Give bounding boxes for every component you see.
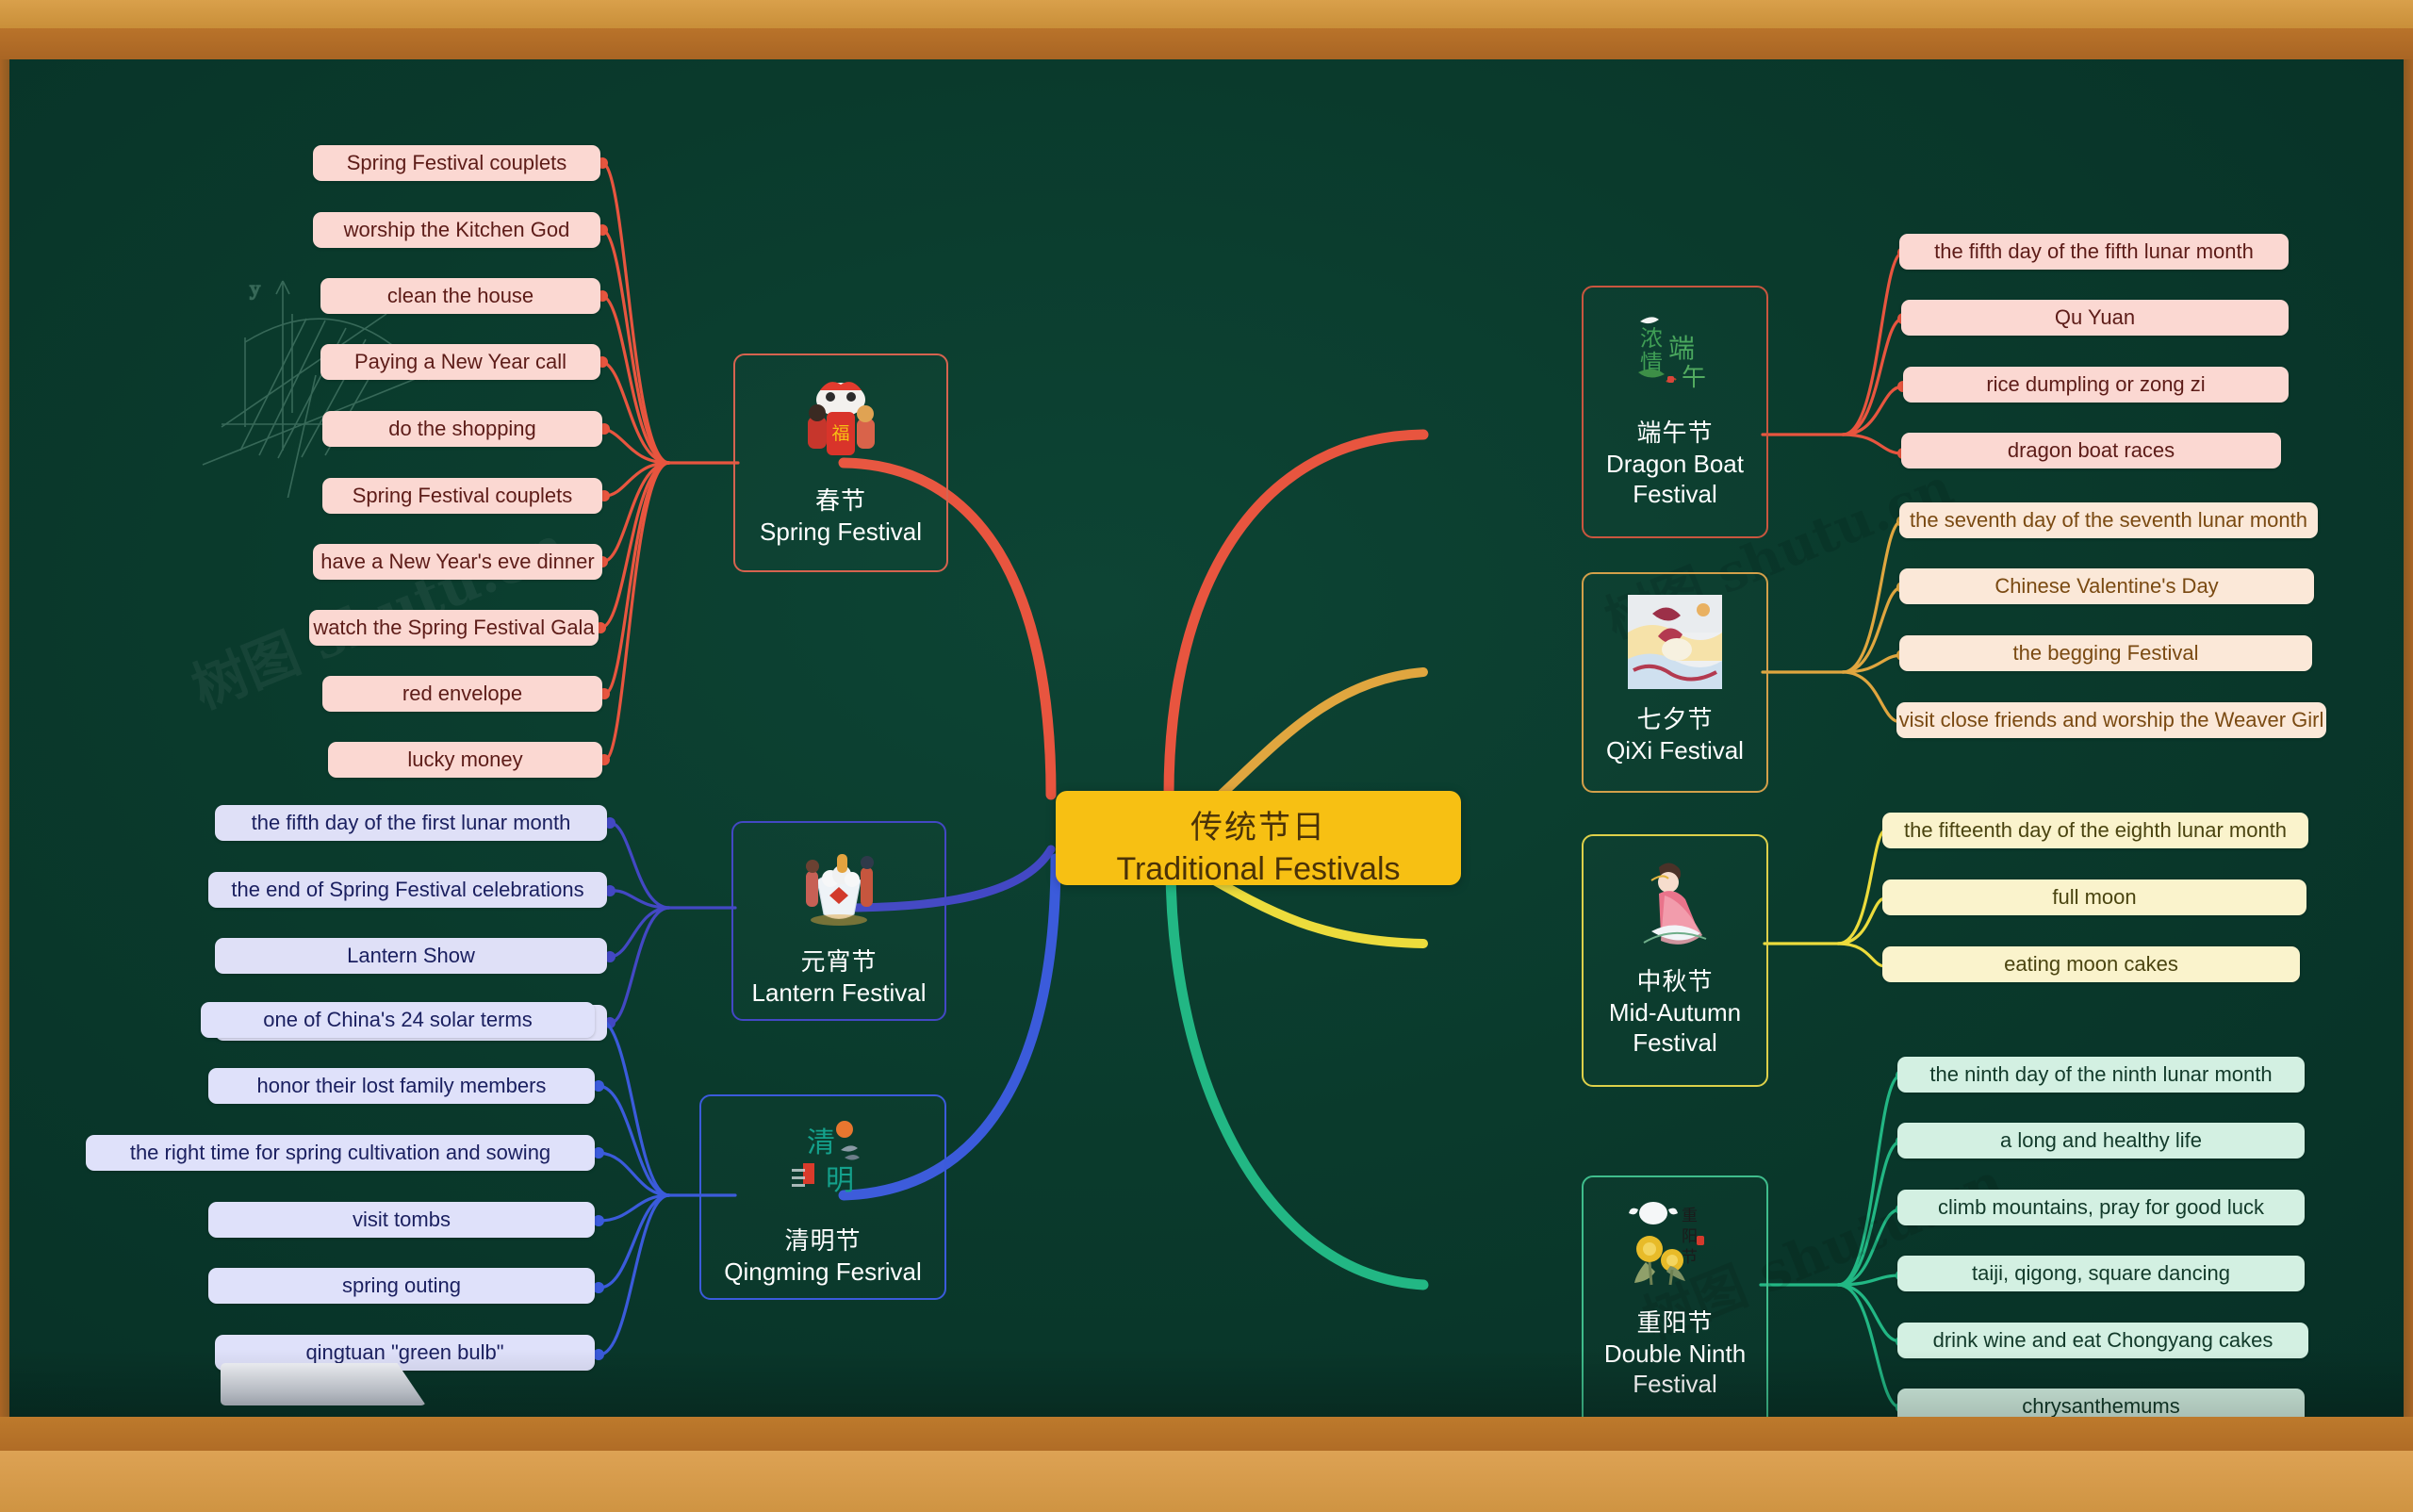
center-node-traditional-festivals[interactable]: 传统节日 Traditional Festivals [1056,791,1461,887]
qingming-thumbnail-icon: 清 明 [768,1109,878,1218]
double-ninth-thumbnail-icon: 重 阳 节 [1620,1191,1730,1300]
leaf-node[interactable]: climb mountains, pray for good luck [1897,1190,2305,1225]
svg-text:端: 端 [1668,333,1695,364]
svg-text:清: 清 [807,1126,835,1159]
chalkboard-canvas[interactable]: y 树图 shutu.cn 树图 shutu.cn 树图 shutu.cn 传统… [9,59,2404,1417]
leaf-node[interactable]: red envelope [322,676,602,712]
leaf-node[interactable]: Qu Yuan [1901,300,2289,336]
leaf-node[interactable]: full moon [1882,879,2306,915]
center-node-title-cn: 传统节日 [1190,810,1326,846]
leaf-node[interactable]: the fifth day of the first lunar month [215,805,607,841]
leaf-node[interactable]: the end of Spring Festival celebrations [208,872,607,908]
leaf-node[interactable]: the seventh day of the seventh lunar mon… [1899,502,2318,538]
leaf-node[interactable]: taiji, qigong, square dancing [1897,1256,2305,1291]
branch-title-cn-midautumn: 中秋节 [1636,967,1714,995]
lantern-festival-thumbnail-icon [784,836,894,939]
branch-title-en-qixi: QiXi Festival [1606,735,1744,764]
svg-text:阳: 阳 [1682,1227,1698,1246]
svg-text:浓: 浓 [1640,325,1663,352]
board-frame-right [2404,59,2413,1417]
svg-text:福: 福 [831,423,849,444]
leaf-node[interactable]: drink wine and eat Chongyang cakes [1897,1323,2308,1358]
branch-title-cn-qingming: 清明节 [784,1226,862,1255]
leaf-node[interactable]: lucky money [328,742,602,778]
branch-node-double-ninth-festival[interactable]: 重 阳 节 重阳节 Double Ninth Festival [1582,1175,1768,1417]
leaf-node[interactable]: the fifteenth day of the eighth lunar mo… [1882,813,2308,848]
chalkboard-eraser[interactable] [221,1363,426,1405]
mid-autumn-thumbnail-icon [1620,849,1730,959]
leaf-node[interactable]: honor their lost family members [208,1068,595,1104]
leaf-node[interactable]: Paying a New Year call [320,344,600,380]
svg-text:重: 重 [1682,1207,1698,1225]
branch-node-qingming-festival[interactable]: 清 明 清明节 Qingming Fesrival [699,1094,946,1300]
svg-text:午: 午 [1682,364,1706,392]
leaf-node[interactable]: worship the Kitchen God [313,212,600,248]
branch-node-mid-autumn-festival[interactable]: 中秋节 Mid-Autumn Festival [1582,834,1768,1087]
svg-text:节: 节 [1682,1248,1698,1267]
leaf-node[interactable]: eating moon cakes [1882,946,2300,982]
leaf-node[interactable]: rice dumpling or zong zi [1903,367,2289,403]
board-frame-bottom-inner [0,1417,2413,1451]
leaf-node[interactable]: Chinese Valentine's Day [1899,568,2314,604]
branch-title-en-midautumn: Mid-Autumn Festival [1608,997,1742,1058]
screenshot-root: y 树图 shutu.cn 树图 shutu.cn 树图 shutu.cn 传统… [0,0,2413,1512]
leaf-node[interactable]: chrysanthemums [1897,1389,2305,1417]
leaf-node[interactable]: watch the Spring Festival Gala [309,610,599,646]
board-frame-top [0,0,2413,28]
leaf-node[interactable]: one of China's 24 solar terms [201,1002,595,1038]
leaf-node[interactable]: do the shopping [322,411,602,447]
branch-title-cn-qixi: 七夕节 [1636,705,1714,733]
branch-title-cn-doubleninth: 重阳节 [1636,1308,1714,1337]
leaf-node[interactable]: the fifth day of the fifth lunar month [1899,234,2289,270]
branch-node-lantern-festival[interactable]: 元宵节 Lantern Festival [731,821,946,1021]
branch-title-cn-spring: 春节 [814,486,866,515]
leaf-node[interactable]: visit tombs [208,1202,595,1238]
svg-text:y: y [250,276,260,300]
leaf-node[interactable]: the ninth day of the ninth lunar month [1897,1057,2305,1093]
branch-title-en-qingming: Qingming Fesrival [724,1257,922,1286]
branch-node-spring-festival[interactable]: 福 春节 Spring Festival [733,353,948,572]
qixi-thumbnail-icon [1620,587,1730,697]
branch-title-en-spring: Spring Festival [760,517,922,546]
spring-festival-thumbnail-icon: 福 [786,369,895,478]
leaf-node[interactable]: dragon boat races [1901,433,2281,468]
branch-title-cn-dragonboat: 端午节 [1636,419,1714,447]
leaf-node[interactable]: a long and healthy life [1897,1123,2305,1159]
leaf-node[interactable]: Spring Festival couplets [313,145,600,181]
leaf-node[interactable]: visit close friends and worship the Weav… [1896,702,2326,738]
branch-title-en-lantern: Lantern Festival [751,978,927,1007]
leaf-node[interactable]: the begging Festival [1899,635,2312,671]
branch-title-en-doubleninth: Double Ninth Festival [1603,1339,1747,1399]
branch-node-qixi-festival[interactable]: 七夕节 QiXi Festival [1582,572,1768,793]
leaf-node[interactable]: have a New Year's eve dinner [313,544,602,580]
leaf-node[interactable]: spring outing [208,1268,595,1304]
center-node-title-en: Traditional Festivals [1116,850,1401,887]
dragon-boat-thumbnail-icon: 浓 情 端 午 [1620,301,1730,410]
board-frame-bottom [0,1451,2413,1512]
leaf-node[interactable]: clean the house [320,278,600,314]
branch-title-cn-lantern: 元宵节 [800,947,878,976]
board-frame-top-inner [0,28,2413,59]
board-frame-left [0,59,9,1417]
branch-node-dragon-boat-festival[interactable]: 浓 情 端 午 端午节 Dragon Boat Festival [1582,286,1768,538]
svg-text:明: 明 [826,1164,854,1197]
leaf-node[interactable]: Lantern Show [215,938,607,974]
leaf-node[interactable]: Spring Festival couplets [322,478,602,514]
branch-title-en-dragonboat: Dragon Boat Festival [1606,449,1744,509]
leaf-node[interactable]: the right time for spring cultivation an… [86,1135,595,1171]
